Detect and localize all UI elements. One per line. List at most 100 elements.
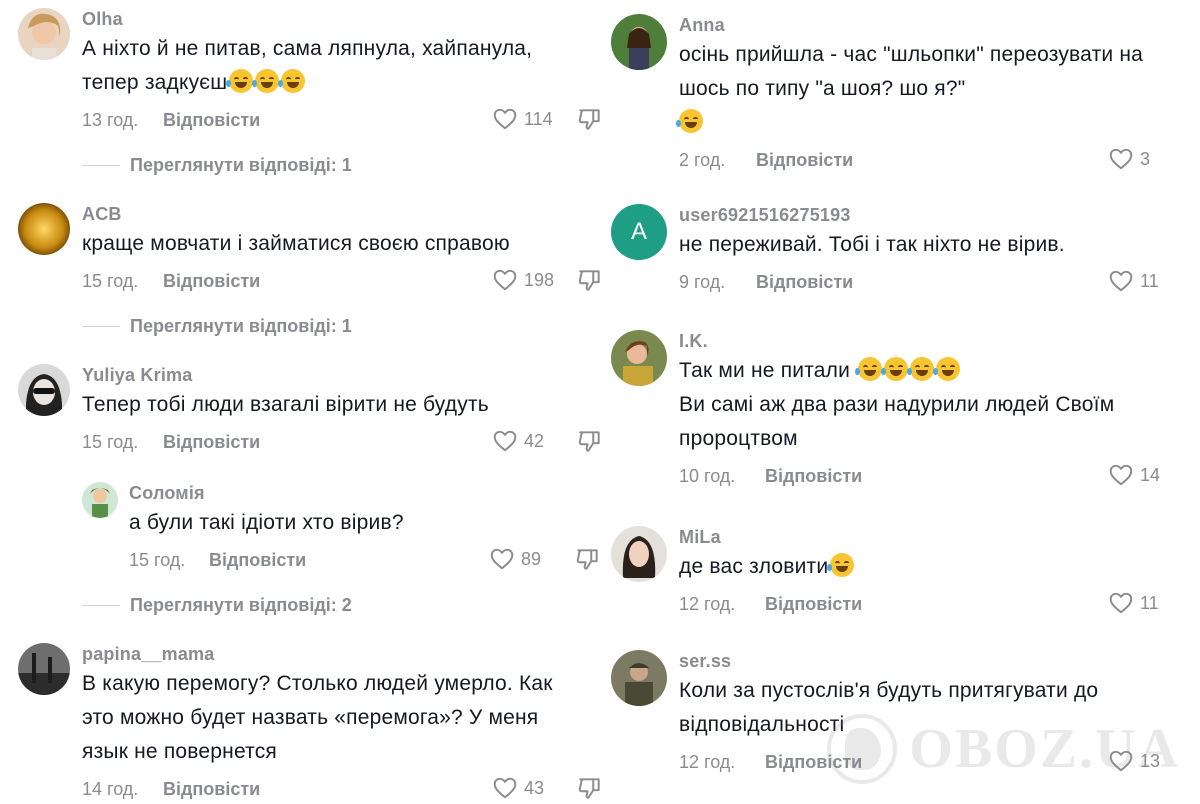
heart-icon [1108,146,1134,172]
dislike-button[interactable] [577,428,603,459]
divider-line [82,605,120,606]
timestamp: 14 год. [82,779,139,799]
view-replies-label: Переглянути відповіді: 2 [130,595,352,615]
like-button[interactable]: 114 [492,106,553,132]
like-button[interactable]: 11 [1108,590,1159,616]
username[interactable]: ser.ss [679,650,1200,672]
thumbs-down-icon [577,428,603,454]
heart-icon [492,775,518,801]
divider-line [82,165,120,166]
view-replies-button[interactable]: Переглянути відповіді: 1 [82,316,352,337]
dislike-button[interactable] [577,106,603,137]
avatar[interactable] [18,8,70,60]
timestamp: 15 год. [129,550,186,570]
comment-text: осінь прийшла - час "шльопки" переозуват… [676,38,1200,140]
column-divider [603,0,607,804]
username[interactable]: I.K. [679,330,1200,352]
view-replies-label: Переглянути відповіді: 1 [130,155,352,175]
heart-icon [492,106,518,132]
dislike-button[interactable] [575,546,601,577]
username[interactable]: Anna [679,14,1200,36]
rofl-emoji [252,69,280,93]
like-count: 11 [1140,592,1159,613]
comment-text: А ніхто й не питав, сама ляпнула, хайпан… [82,37,533,94]
thumbs-down-icon [577,106,603,132]
heart-icon [1108,590,1134,616]
comment-text: В какую перемогу? Столько людей умерло. … [82,672,553,763]
like-button[interactable]: 3 [1108,146,1150,172]
avatar[interactable] [18,203,70,255]
like-button[interactable]: 43 [492,775,544,801]
thumbs-down-icon [577,267,603,293]
timestamp: 9 год. [679,272,726,292]
reply-button[interactable]: Відповісти [756,150,853,171]
timestamp: 15 год. [82,271,139,291]
like-count: 89 [521,548,542,569]
joy-emoji [827,553,855,577]
view-replies-label: Переглянути відповіді: 1 [130,316,352,336]
reply-button[interactable]: Відповісти [163,271,260,292]
username[interactable]: papina__mama [82,643,603,665]
left-comment-column: Olha А ніхто й не питав, сама ляпнула, х… [0,0,605,804]
like-button[interactable]: 11 [1108,268,1159,294]
username[interactable]: Yuliya Krima [82,364,603,386]
rofl-emoji [855,357,883,381]
rofl-emoji [933,357,961,381]
like-count: 42 [524,430,545,451]
comment-text: де вас зловити [679,550,1200,584]
watermark: OBOZ.UA [827,714,1180,784]
timestamp: 10 год. [679,466,736,486]
avatar[interactable]: A [611,204,667,260]
username[interactable]: ACB [82,203,603,225]
reply-button[interactable]: Відповісти [163,110,260,131]
avatar[interactable] [82,482,118,518]
timestamp: 15 год. [82,432,139,452]
comment-text: не переживай. Тобі і так ніхто не вірив. [679,233,1065,256]
reply-button[interactable]: Відповісти [209,550,306,571]
globe-logo-icon [827,714,898,784]
divider-line [82,326,120,327]
rofl-emoji [278,69,306,93]
timestamp: 12 год. [679,594,736,614]
like-button[interactable]: 198 [492,267,554,293]
heart-icon [492,267,518,293]
reply-button[interactable]: Відповісти [765,466,862,487]
reply-button[interactable]: Відповісти [163,779,260,800]
avatar[interactable] [611,14,667,70]
like-button[interactable]: 89 [489,546,541,572]
thumbs-down-icon [575,546,601,572]
like-count: 11 [1140,270,1159,291]
avatar[interactable] [18,364,70,416]
comment-text: Тепер тобі люди взагалі вірити не будуть [82,393,489,416]
username[interactable]: Соломія [129,482,603,504]
thumbs-down-icon [577,775,603,801]
view-replies-button[interactable]: Переглянути відповіді: 2 [82,595,352,616]
watermark-text: OBOZ.UA [909,718,1180,780]
reply-button[interactable]: Відповісти [756,272,853,293]
dislike-button[interactable] [577,775,603,804]
timestamp: 13 год. [82,110,139,130]
heart-icon [489,546,515,572]
like-count: 3 [1140,148,1151,169]
like-button[interactable]: 42 [492,428,544,454]
reply-button[interactable]: Відповісти [765,594,862,615]
comment-text: краще мовчати і займатися своєю справою [82,232,510,255]
avatar[interactable] [611,650,667,706]
like-count: 43 [524,777,545,798]
reply-button[interactable]: Відповісти [163,432,260,453]
like-button[interactable]: 14 [1108,462,1160,488]
like-count: 114 [524,108,553,129]
like-count: 14 [1140,464,1161,485]
avatar[interactable] [611,526,667,582]
username[interactable]: Olha [82,8,603,30]
heart-icon [1108,462,1134,488]
timestamp: 2 год. [679,150,726,170]
joy-emoji [676,109,703,133]
avatar[interactable] [18,643,70,695]
username[interactable]: user6921516275193 [679,204,1200,226]
heart-icon [492,428,518,454]
view-replies-button[interactable]: Переглянути відповіді: 1 [82,155,352,176]
username[interactable]: MiLa [679,526,1200,548]
avatar[interactable] [611,330,667,386]
dislike-button[interactable] [577,267,603,298]
